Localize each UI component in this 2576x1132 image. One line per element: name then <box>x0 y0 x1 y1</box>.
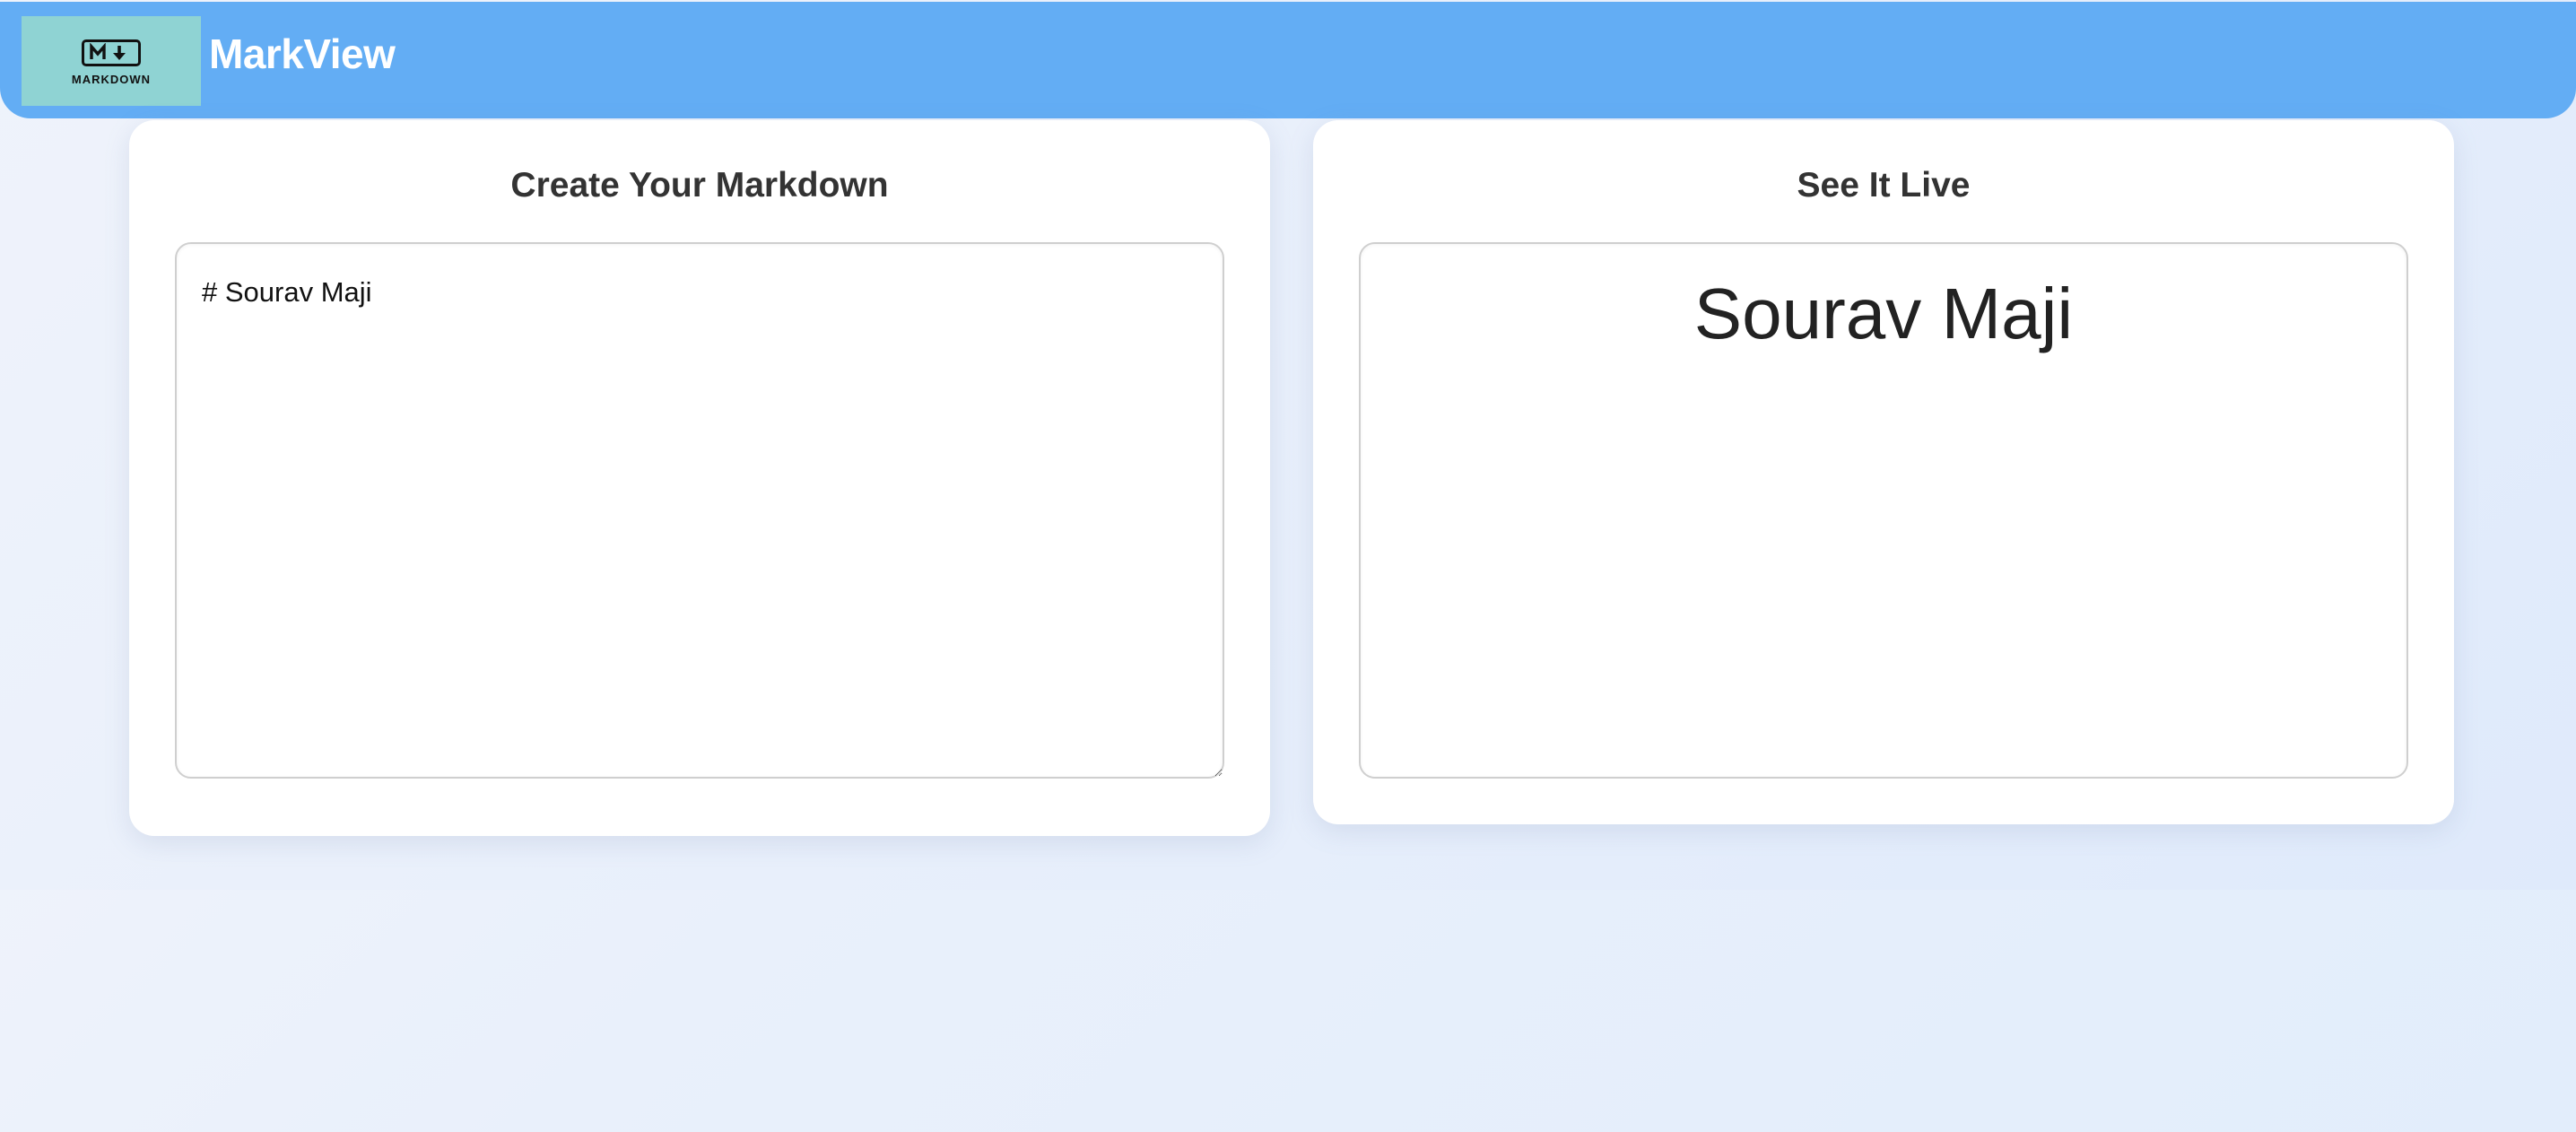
logo-text: MARKDOWN <box>71 73 152 86</box>
editor-card: Create Your Markdown # Sourav Maji <box>129 120 1270 836</box>
app-logo[interactable]: MARKDOWN <box>22 16 201 106</box>
preview-card-title: See It Live <box>1797 166 1971 205</box>
preview-heading: Sourav Maji <box>1693 274 2074 353</box>
editor-card-title: Create Your Markdown <box>510 166 889 205</box>
preview-card: See It Live Sourav Maji <box>1313 120 2454 824</box>
markdown-input[interactable]: # Sourav Maji <box>175 242 1224 779</box>
app-root: MARKDOWN MarkView Create Your Markdown #… <box>0 0 2576 1132</box>
brand-title: MarkView <box>209 30 396 77</box>
navbar: MARKDOWN MarkView <box>0 2 2576 118</box>
markdown-mark-icon <box>82 39 141 66</box>
markdown-preview: Sourav Maji <box>1359 242 2408 779</box>
